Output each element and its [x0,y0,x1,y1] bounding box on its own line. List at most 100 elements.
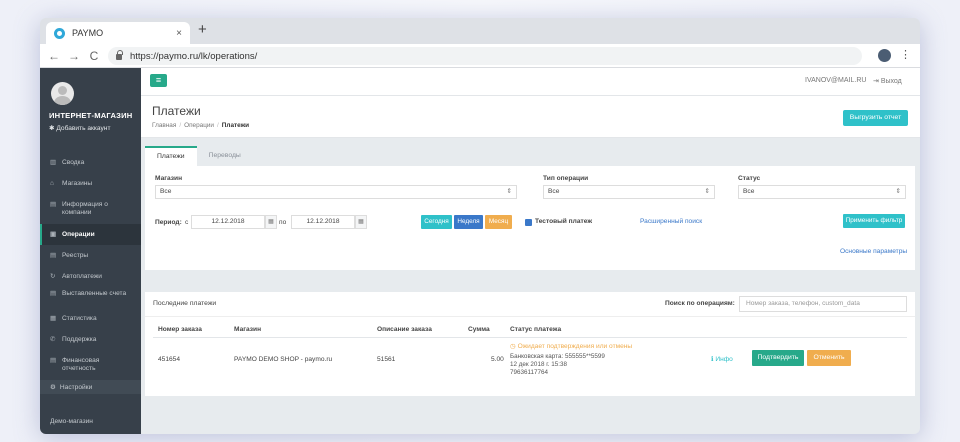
date-to-label: по [279,219,287,226]
tab-transfers[interactable]: Переводы [197,146,253,166]
today-button[interactable]: Сегодня [421,215,452,229]
browser-window: PAYMO × + ← → C https://paymo.ru/lk/oper… [40,18,920,434]
info-link[interactable]: ℹ Инфо [711,355,733,363]
page-backdrop: PAYMO × + ← → C https://paymo.ru/lk/oper… [0,0,960,442]
page-title: Платежи [152,104,201,118]
confirm-button[interactable]: Подтвердить [752,350,804,366]
payments-panel: Последние платежи Поиск по операциям: Но… [145,292,915,396]
logout-link[interactable]: ⇥ Выход [873,77,902,85]
month-button[interactable]: Месяц [485,215,512,229]
test-payment-label: Тестовый платеж [535,218,593,225]
back-arrow-icon[interactable]: ← [44,49,64,63]
column-header-status: Статус платежа [510,326,562,333]
sidebar-item-stats[interactable]: ▦ Статистика [40,308,141,329]
sidebar-item-bank[interactable]: ⌂ Магазины [40,173,141,194]
reload-icon[interactable]: C [84,49,104,63]
sidebar-item-label: Сводка [62,158,85,166]
sidebar-item-label: Статистика [62,314,97,322]
date-to-input[interactable]: 12.12.2018 [291,215,355,229]
new-tab-button[interactable]: + [198,22,207,38]
sidebar-item-label: Операции [62,230,95,238]
url-field[interactable]: https://paymo.ru/lk/operations/ [108,47,862,65]
shop-select[interactable]: Все ⇕ [155,185,517,199]
shop-name: ИНТЕРНЕТ-МАГАЗИН [49,111,133,120]
clock-icon: ◷ [510,343,518,350]
chart-icon: ▥ [50,158,57,166]
breadcrumb-current: Платежи [221,122,250,129]
column-header-order: Номер заказа [158,326,202,333]
tab-payments[interactable]: Платежи [145,146,197,166]
demo-shop-label: Демо-магазин [50,418,93,425]
hamburger-menu-button[interactable]: ≡ [150,74,167,87]
payment-phone: 79636117764 [510,369,549,376]
order-number: 451654 [158,356,181,363]
calendar-icon[interactable]: ▦ [355,215,367,229]
period-label: Период: [155,219,182,226]
lock-icon [116,50,123,60]
sidebar-item-report[interactable]: ▤ Финансовая отчетность [40,350,141,380]
divider [145,316,915,317]
select-arrow-icon: ⇕ [506,188,512,195]
date-from-input[interactable]: 12.12.2018 [191,215,265,229]
payment-date: 12 дек 2018 г. 15:38 [510,361,567,368]
week-button[interactable]: Неделя [454,215,483,229]
registry-icon: ▤ [50,251,57,259]
tab-title: PAYMO [72,28,104,38]
shop-filter-label: Магазин [155,175,183,182]
sidebar-item-operations[interactable]: ▣ Операции [40,224,141,245]
optype-select[interactable]: Все ⇕ [543,185,715,199]
operation-tabs: Платежи Переводы [145,146,253,166]
sidebar-item-label: Финансовая отчетность [62,357,100,372]
sidebar: ИНТЕРНЕТ-МАГАЗИН ✱ Добавить аккаунт ▥ Сво… [40,68,141,434]
breadcrumb-operations[interactable]: Операции [184,122,214,129]
payment-card: Банковская карта: 555555**5599 [510,353,605,360]
forward-arrow-icon[interactable]: → [64,49,84,63]
basic-params-link[interactable]: Основные параметры [840,248,907,255]
order-sum: 5.00 [491,356,504,363]
sidebar-item-document[interactable]: ▤ Информация о компании [40,194,141,224]
sidebar-item-phone[interactable]: ✆ Поддержка [40,329,141,350]
url-text: https://paymo.ru/lk/operations/ [130,50,258,62]
apply-filter-button[interactable]: Применить фильтр [843,214,905,228]
sidebar-item-registry[interactable]: ▤ Реестры [40,245,141,266]
tab-close-icon[interactable]: × [176,28,182,39]
browser-tab-bar: PAYMO × + [40,18,920,44]
sidebar-item-chart[interactable]: ▥ Сводка [40,152,141,173]
sidebar-item-invoice[interactable]: ▤ Выставленные счета [40,287,141,308]
breadcrumb-home[interactable]: Главная [152,122,176,129]
address-bar-row: ← → C https://paymo.ru/lk/operations/ ⋮ [40,44,920,68]
advanced-search-link[interactable]: Расширенный поиск [640,218,702,225]
export-report-button[interactable]: Выгрузить отчет [843,110,908,126]
sidebar-item-refresh[interactable]: ↻ Автоплатежи [40,266,141,287]
payments-title: Последние платежи [153,300,217,307]
logout-icon: ⇥ [873,78,881,85]
sidebar-item-label: Информация о компании [62,201,108,216]
test-payment-checkbox[interactable] [525,219,532,226]
avatar [51,82,74,105]
add-account-label: Добавить аккаунт [56,125,111,132]
browser-tab[interactable]: PAYMO × [46,22,190,44]
top-bar: ≡ IVANOV@MAIL.RU ⇥ Выход [141,68,920,96]
bank-icon: ⌂ [50,179,54,187]
page-header: Платежи Главная / Операции / Платежи Выгрузи… [141,96,920,138]
calendar-icon[interactable]: ▦ [265,215,277,229]
add-account-link[interactable]: ✱ Добавить аккаунт [49,124,110,132]
status-select[interactable]: Все ⇕ [738,185,906,199]
status-badge: ◷ Ожидает подтверждения или отмены [510,343,633,350]
sidebar-menu: ▥ Сводка ⌂ Магазины ▤ Информация о компании ▣ О… [40,152,141,380]
divider [153,337,907,338]
phone-icon: ✆ [50,335,56,343]
search-input[interactable]: Номер заказа, телефон, custom_data [739,296,907,312]
user-email: IVANOV@MAIL.RU [805,77,867,84]
profile-avatar-icon[interactable] [878,49,891,62]
date-from-label: с [185,219,189,226]
sidebar-item-settings[interactable]: ⚙ Настройки [40,380,141,394]
sidebar-item-label: Реестры [62,251,89,259]
browser-menu-icon[interactable]: ⋮ [900,48,911,62]
sidebar-item-label: Магазины [62,179,93,187]
cancel-button[interactable]: Отменить [807,350,851,366]
breadcrumb: Главная / Операции / Платежи [152,122,250,129]
select-arrow-icon: ⇕ [895,188,901,195]
sidebar-item-label: Настройки [59,383,93,391]
refresh-icon: ↻ [50,272,56,280]
